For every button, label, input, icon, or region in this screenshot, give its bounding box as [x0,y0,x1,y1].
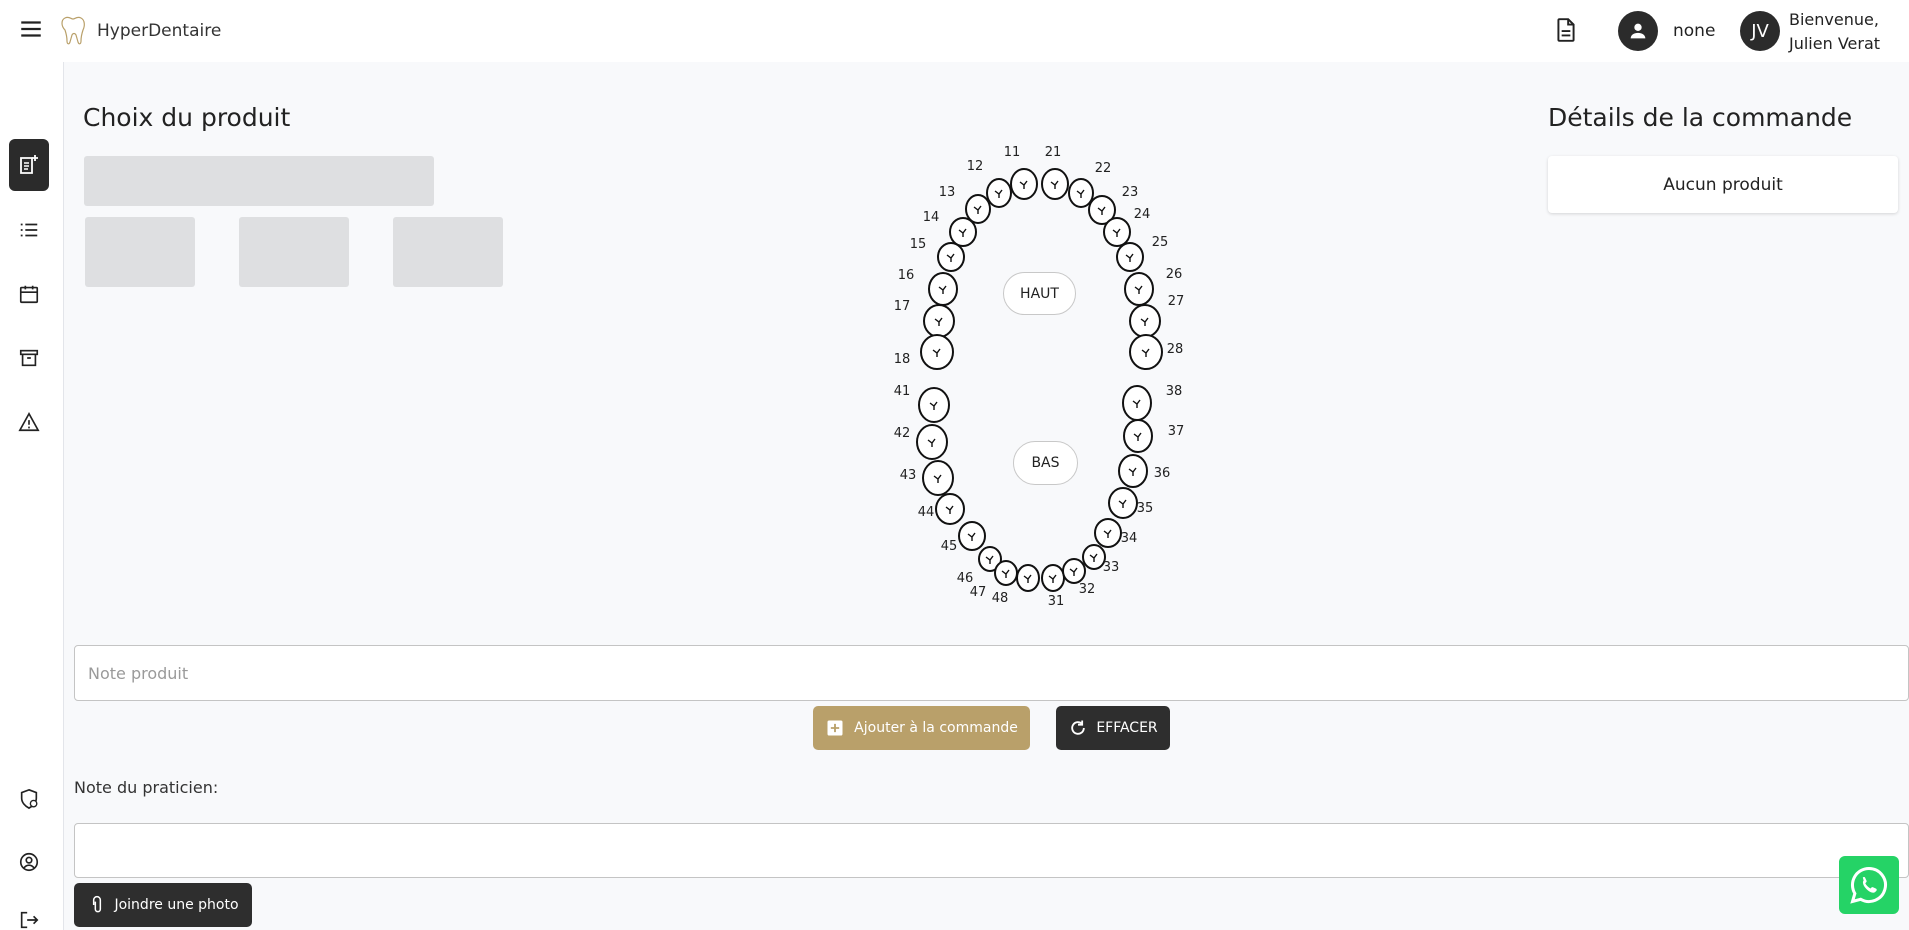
tooth-number-label: 11 [1004,145,1021,160]
tooth-number-label: 32 [1079,582,1096,597]
tooth-number-label: 38 [1166,384,1183,399]
clear-label: EFFACER [1096,720,1158,736]
warning-icon [18,412,40,432]
paperclip-icon [93,896,102,913]
menu-icon[interactable] [18,16,44,42]
user-selector[interactable]: none [1618,11,1715,51]
user-label: none [1673,21,1716,41]
order-empty-card: Aucun produit [1548,156,1898,213]
tooth-number-label: 17 [894,299,911,314]
tooth-number-label: 48 [992,591,1009,606]
new-order-icon [20,155,38,174]
tooth-number-label: 43 [900,468,917,483]
tooth-number-label: 18 [894,352,911,367]
tooth-number-label: 14 [923,210,940,225]
top-bar: HyperDentaire none JV Bienvenue, Julien … [0,0,1909,62]
document-icon[interactable] [1553,16,1579,44]
tooth-number-label: 45 [941,539,958,554]
tooth-number-label: 16 [898,268,915,283]
attach-photo-button[interactable]: Joindre une photo [74,883,252,927]
account-icon [19,852,39,872]
sidebar [0,62,64,930]
product-skeleton-card [393,217,503,287]
product-skeleton-card [239,217,349,287]
tooth-number-label: 12 [967,159,984,174]
brand-name[interactable]: HyperDentaire [97,21,221,41]
sidebar-item-list[interactable] [9,204,49,256]
dental-chart: 11 12 13 14 15 16 17 18 21 22 23 24 25 26 27 28 41 42 43 44… [880,140,1200,610]
tooth-number-label: 44 [918,505,935,520]
logout-icon [20,911,39,929]
sidebar-item-security[interactable] [9,773,49,825]
tooth-number-label: 21 [1045,145,1062,160]
welcome-line-1: Bienvenue, [1789,10,1879,29]
tooth-number-label: 46 [957,571,974,586]
sidebar-item-archive[interactable] [9,332,49,384]
tooth-logo-icon [58,15,88,47]
add-to-order-button[interactable]: Ajouter à la commande [813,706,1030,750]
lower-jaw-button[interactable]: BAS [1013,441,1078,485]
tooth-number-label: 25 [1152,235,1169,250]
avatar[interactable]: JV [1740,11,1780,51]
tooth-number-label: 42 [894,426,911,441]
upper-jaw-button[interactable]: HAUT [1003,272,1076,315]
sidebar-item-warning[interactable] [9,396,49,448]
person-icon [1618,11,1658,51]
tooth-number-label: 37 [1168,424,1185,439]
product-skeleton-card [85,217,195,287]
teeth-diagram: 11 12 13 14 15 16 17 18 21 22 23 2425 26 27 28 41 42 43 44… [894,145,1185,609]
sidebar-item-new-order[interactable] [9,139,49,191]
tooth-number-label: 15 [910,237,927,252]
shield-icon [20,788,38,810]
clear-button[interactable]: EFFACER [1056,706,1170,750]
tooth-number-label: 24 [1134,207,1151,222]
whatsapp-icon [1850,866,1887,904]
sidebar-item-calendar[interactable] [9,268,49,320]
tooth-number-label: 28 [1167,342,1184,357]
tooth-number-label: 41 [894,384,911,399]
tooth-number-label: 33 [1103,560,1120,575]
welcome-text: Bienvenue, Julien Verat [1789,8,1880,56]
list-icon [20,223,38,237]
product-section-title: Choix du produit [83,103,291,132]
refresh-icon [1071,720,1086,735]
attach-photo-label: Joindre une photo [114,897,239,913]
tooth-number-label: 36 [1154,466,1171,481]
tooth-number-label: 26 [1166,267,1183,282]
tooth-number-label: 35 [1137,501,1154,516]
whatsapp-button[interactable] [1839,856,1899,914]
tooth-number-label: 47 [970,585,987,600]
user-full-name: Julien Verat [1789,34,1881,53]
product-note-input[interactable] [74,645,1909,701]
tooth-number-label: 13 [939,185,956,200]
tooth-number-label: 27 [1168,294,1185,309]
product-skeleton-bar [84,156,434,206]
tooth-number-label: 23 [1122,185,1139,200]
order-empty-text: Aucun produit [1663,174,1783,195]
order-section-title: Détails de la commande [1548,103,1853,132]
tooth-number-label: 22 [1095,161,1112,176]
add-to-order-label: Ajouter à la commande [854,720,1018,736]
tooth-number-label: 34 [1121,531,1138,546]
sidebar-item-account[interactable] [9,836,49,888]
sidebar-item-logout[interactable] [9,894,49,930]
tooth-number-label: 31 [1048,594,1065,609]
practitioner-note-input[interactable] [74,823,1909,878]
calendar-icon [19,285,39,304]
archive-icon [19,349,39,367]
practitioner-note-label: Note du praticien: [74,778,219,797]
add-box-icon [827,720,843,736]
